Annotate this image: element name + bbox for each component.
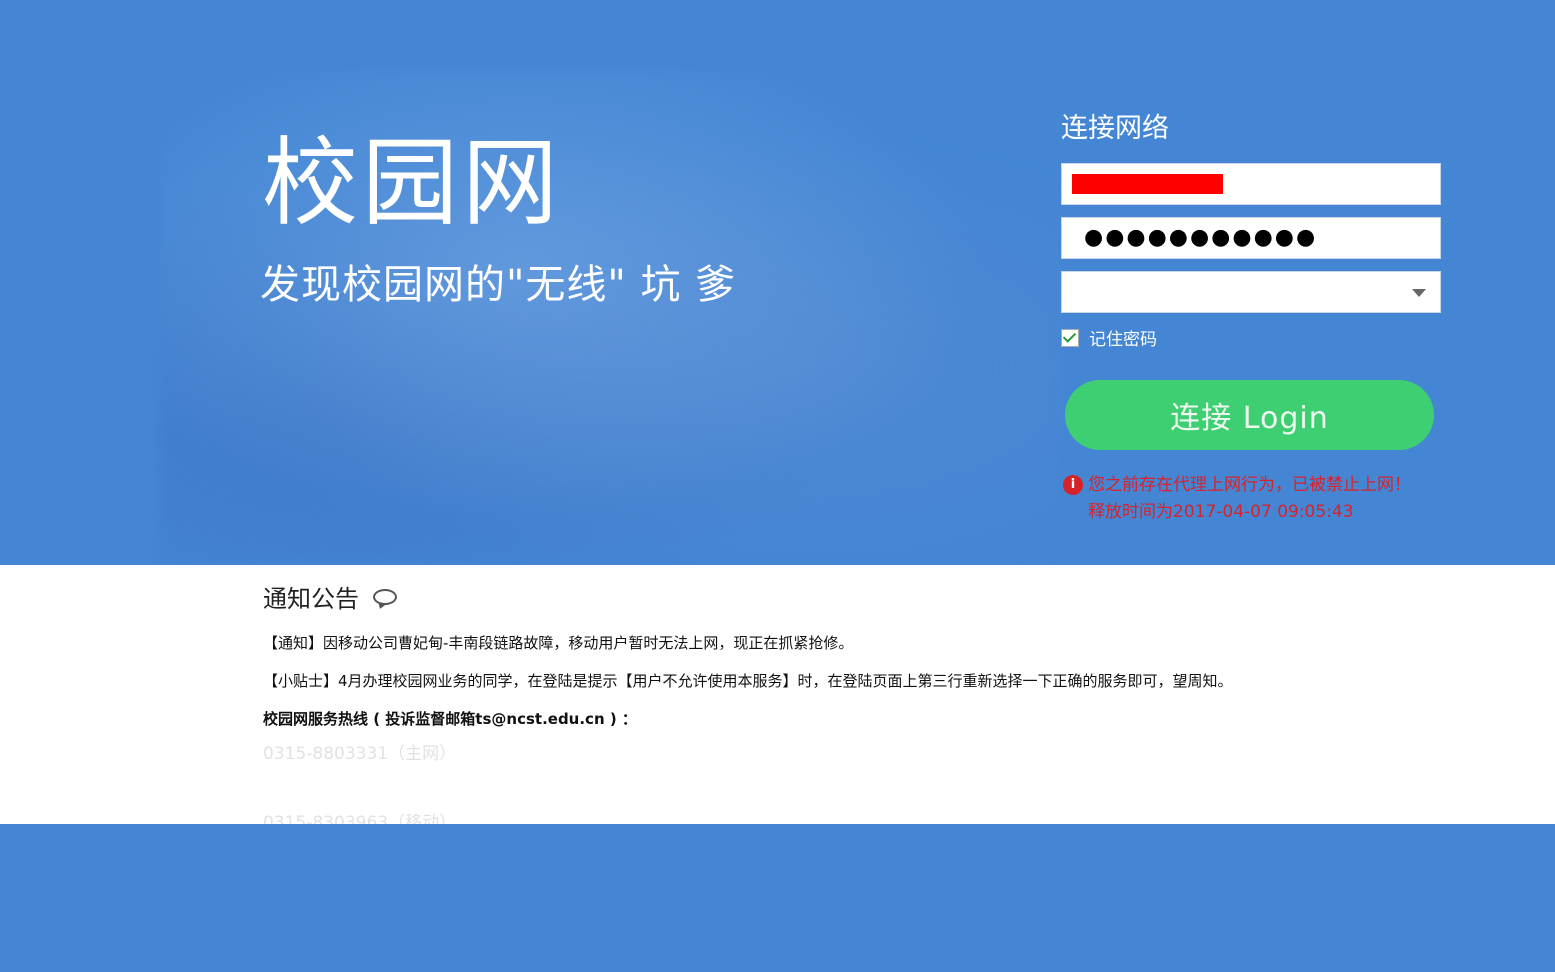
password-mask: ●●●●●●●●●●● — [1084, 225, 1318, 250]
brand-subtitle: 发现校园网的"无线" 坑 爹 — [260, 262, 737, 308]
notice-title: 通知公告 — [263, 585, 359, 613]
error-message: i 您之前存在代理上网行为，已被禁止上网！ 释放时间为2017-04-07 09… — [1061, 472, 1441, 526]
notice-item-2: 【小贴士】4月办理校园网业务的同学，在登陆是提示【用户不允许使用本服务】时，在登… — [263, 672, 1233, 690]
hotline-title: 校园网服务热线 ( 投诉监督邮箱ts@ncst.edu.cn ) ： — [263, 710, 637, 728]
chat-bubble-icon — [373, 588, 397, 605]
service-select[interactable] — [1061, 271, 1441, 313]
remember-password-checkbox[interactable] — [1061, 328, 1079, 347]
remember-password-label[interactable]: 记住密码 — [1089, 325, 1157, 350]
notice-item-1: 【通知】因移动公司曹妃甸-丰南段链路故障，移动用户暂时无法上网，现正在抓紧抢修。 — [263, 634, 854, 652]
brand-title: 校园网 — [262, 127, 562, 239]
remember-password-row[interactable]: 记住密码 — [1061, 325, 1441, 350]
hotline-phone-main: 0315-8803331（主网） — [263, 744, 457, 764]
footer-band — [0, 824, 1555, 972]
notice-heading: 通知公告 — [263, 579, 1463, 614]
checkmark-icon — [1062, 328, 1077, 343]
error-icon: i — [1063, 475, 1083, 495]
username-input[interactable] — [1061, 163, 1441, 205]
username-redaction — [1072, 174, 1223, 194]
notice-content: 通知公告 【通知】因移动公司曹妃甸-丰南段链路故障，移动用户暂时无法上网，现正在… — [263, 579, 1463, 833]
error-line-2: 释放时间为2017-04-07 09:05:43 — [1088, 502, 1354, 522]
error-line-1: 您之前存在代理上网行为，已被禁止上网！ — [1088, 475, 1411, 495]
notice-section: 通知公告 【通知】因移动公司曹妃甸-丰南段链路故障，移动用户暂时无法上网，现正在… — [0, 565, 1555, 833]
chevron-down-icon[interactable] — [1412, 289, 1426, 297]
login-heading: 连接网络 — [1061, 113, 1169, 144]
login-button[interactable]: 连接 Login — [1065, 380, 1434, 450]
hero-banner: 校园网 发现校园网的"无线" 坑 爹 连接网络 ●●●●●●●●●●● 记住密码… — [0, 0, 1555, 565]
password-input[interactable]: ●●●●●●●●●●● — [1061, 217, 1441, 259]
login-panel: 连接网络 ●●●●●●●●●●● 记住密码 连接 Login i 您之前存在代理… — [1061, 100, 1441, 526]
